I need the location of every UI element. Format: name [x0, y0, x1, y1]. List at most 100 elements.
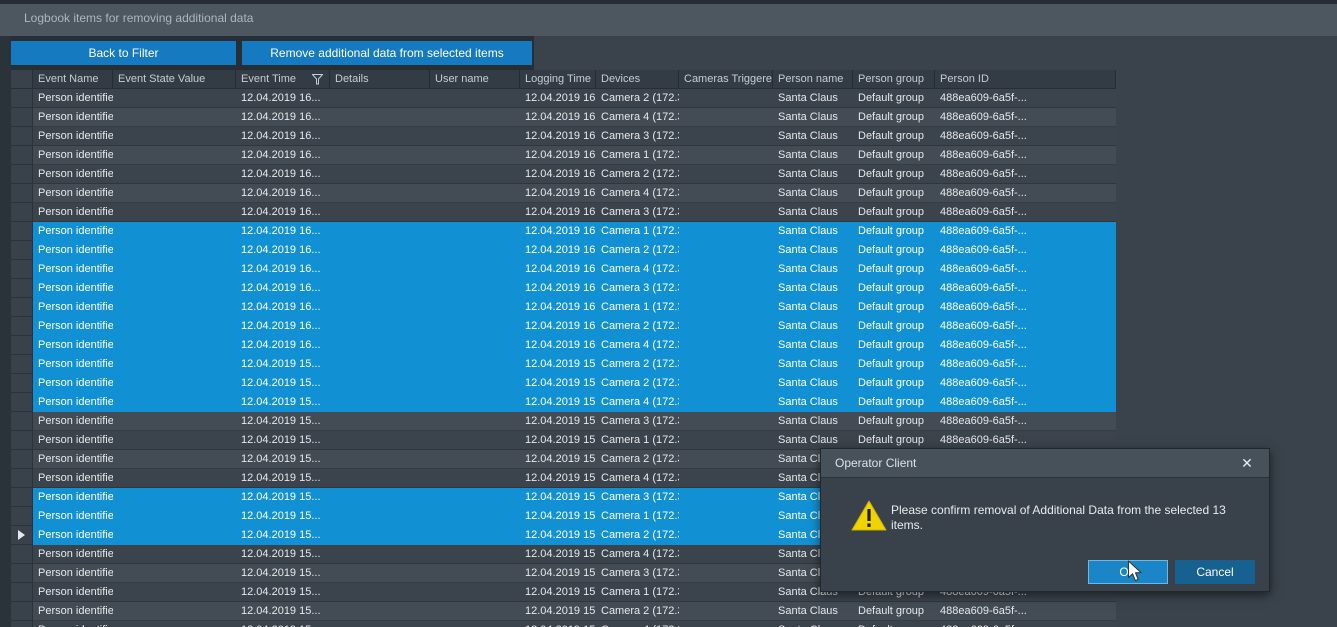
cell-details: [330, 355, 430, 374]
cell-devices: Camera 2 (172.3...: [596, 450, 679, 469]
row-selector[interactable]: [11, 412, 33, 431]
cell-details: [330, 89, 430, 108]
confirm-dialog: Operator Client ✕ Please confirm removal…: [820, 448, 1270, 592]
table-row[interactable]: Person identified12.04.2019 16...12.04.2…: [11, 298, 1116, 317]
cell-person_name: Santa Claus: [773, 336, 853, 355]
column-header-logging_time[interactable]: Logging Time: [520, 70, 596, 88]
table-row[interactable]: Person identified12.04.2019 16...12.04.2…: [11, 89, 1116, 108]
row-selector[interactable]: [11, 165, 33, 184]
row-selector[interactable]: [11, 146, 33, 165]
row-selector[interactable]: [11, 127, 33, 146]
row-selector[interactable]: [11, 450, 33, 469]
cancel-button[interactable]: Cancel: [1175, 560, 1255, 584]
cell-cameras_triggered: [679, 393, 773, 412]
table-row[interactable]: Person identified12.04.2019 16...12.04.2…: [11, 165, 1116, 184]
row-selector[interactable]: [11, 184, 33, 203]
table-row[interactable]: Person identified12.04.2019 15...12.04.2…: [11, 602, 1116, 621]
cell-user_name: [430, 165, 520, 184]
row-selector[interactable]: [11, 583, 33, 602]
row-selector[interactable]: [11, 488, 33, 507]
column-header-event_name[interactable]: Event Name: [33, 70, 113, 88]
table-row[interactable]: Person identified12.04.2019 16...12.04.2…: [11, 222, 1116, 241]
row-selector[interactable]: [11, 355, 33, 374]
cell-devices: Camera 3 (172.3...: [596, 127, 679, 146]
row-selector[interactable]: [11, 621, 33, 627]
column-header-user_name[interactable]: User name: [430, 70, 520, 88]
row-selector[interactable]: [11, 393, 33, 412]
cell-event_state_value: [113, 260, 236, 279]
column-header-devices[interactable]: Devices: [596, 70, 679, 88]
column-header-person_group[interactable]: Person group: [853, 70, 935, 88]
cell-cameras_triggered: [679, 450, 773, 469]
row-selector[interactable]: [11, 564, 33, 583]
cell-event_state_value: [113, 621, 236, 627]
row-selector[interactable]: [11, 108, 33, 127]
row-selector[interactable]: [11, 241, 33, 260]
table-row[interactable]: Person identified12.04.2019 16...12.04.2…: [11, 184, 1116, 203]
table-row[interactable]: Person identified12.04.2019 16...12.04.2…: [11, 279, 1116, 298]
back-to-filter-button[interactable]: Back to Filter: [11, 41, 236, 65]
cell-user_name: [430, 260, 520, 279]
cell-event_state_value: [113, 545, 236, 564]
column-header-event_time[interactable]: Event Time: [236, 70, 330, 88]
cell-event_state_value: [113, 450, 236, 469]
table-row[interactable]: Person identified12.04.2019 16...12.04.2…: [11, 108, 1116, 127]
cell-event_state_value: [113, 222, 236, 241]
table-row[interactable]: Person identified12.04.2019 16...12.04.2…: [11, 146, 1116, 165]
row-selector[interactable]: [11, 336, 33, 355]
cell-details: [330, 108, 430, 127]
column-header-event_state_value[interactable]: Event State Value: [113, 70, 236, 88]
filter-funnel-icon[interactable]: [312, 74, 323, 85]
row-selector[interactable]: [11, 545, 33, 564]
row-selector[interactable]: [11, 279, 33, 298]
row-selector[interactable]: [11, 298, 33, 317]
table-row[interactable]: Person identified12.04.2019 15...12.04.2…: [11, 393, 1116, 412]
row-selector[interactable]: [11, 507, 33, 526]
row-selector[interactable]: [11, 431, 33, 450]
table-row[interactable]: Person identified12.04.2019 16...12.04.2…: [11, 317, 1116, 336]
table-row[interactable]: Person identified12.04.2019 15...12.04.2…: [11, 355, 1116, 374]
cell-person_id: 488ea609-6a5f-...: [935, 260, 1116, 279]
cell-event_time: 12.04.2019 15...: [236, 393, 330, 412]
row-selector[interactable]: [11, 89, 33, 108]
cell-event_time: 12.04.2019 16...: [236, 279, 330, 298]
row-selector[interactable]: [11, 526, 33, 545]
table-row[interactable]: Person identified12.04.2019 16...12.04.2…: [11, 203, 1116, 222]
remove-additional-data-button[interactable]: Remove additional data from selected ite…: [242, 41, 532, 65]
column-header-details[interactable]: Details: [330, 70, 430, 88]
table-row[interactable]: Person identified12.04.2019 15...12.04.2…: [11, 412, 1116, 431]
table-row[interactable]: Person identified12.04.2019 16...12.04.2…: [11, 241, 1116, 260]
table-row[interactable]: Person identified12.04.2019 16...12.04.2…: [11, 260, 1116, 279]
row-selector[interactable]: [11, 374, 33, 393]
row-selector[interactable]: [11, 203, 33, 222]
cell-event_time: 12.04.2019 16...: [236, 317, 330, 336]
table-row[interactable]: Person identified12.04.2019 16...12.04.2…: [11, 336, 1116, 355]
cell-person_name: Santa Claus: [773, 621, 853, 627]
cell-cameras_triggered: [679, 583, 773, 602]
column-header-person_id[interactable]: Person ID: [935, 70, 1116, 88]
cell-devices: Camera 3 (172.3...: [596, 279, 679, 298]
ok-button[interactable]: OK: [1088, 560, 1168, 584]
header-row-selector-cell[interactable]: [11, 70, 33, 88]
cell-event_time: 12.04.2019 15...: [236, 526, 330, 545]
row-selector[interactable]: [11, 317, 33, 336]
warning-triangle-icon: [851, 500, 887, 532]
row-selector[interactable]: [11, 469, 33, 488]
cell-person_group: Default group: [853, 184, 935, 203]
table-row[interactable]: Person identified12.04.2019 15...12.04.2…: [11, 374, 1116, 393]
row-selector[interactable]: [11, 602, 33, 621]
row-selector[interactable]: [11, 260, 33, 279]
cell-event_name: Person identified: [33, 165, 113, 184]
column-header-label: Logging Time: [525, 73, 591, 85]
cell-logging_time: 12.04.2019 15...: [520, 507, 596, 526]
column-header-person_name[interactable]: Person name: [773, 70, 853, 88]
row-selector[interactable]: [11, 222, 33, 241]
table-row[interactable]: Person identified12.04.2019 16...12.04.2…: [11, 127, 1116, 146]
column-header-cameras_triggered[interactable]: Cameras Triggered: [679, 70, 773, 88]
cell-person_group: Default group: [853, 602, 935, 621]
cell-event_state_value: [113, 336, 236, 355]
cell-person_name: Santa Claus: [773, 602, 853, 621]
close-icon[interactable]: ✕: [1235, 452, 1259, 474]
cell-details: [330, 602, 430, 621]
table-row[interactable]: Person identified12.04.2019 15...12.04.2…: [11, 621, 1116, 627]
